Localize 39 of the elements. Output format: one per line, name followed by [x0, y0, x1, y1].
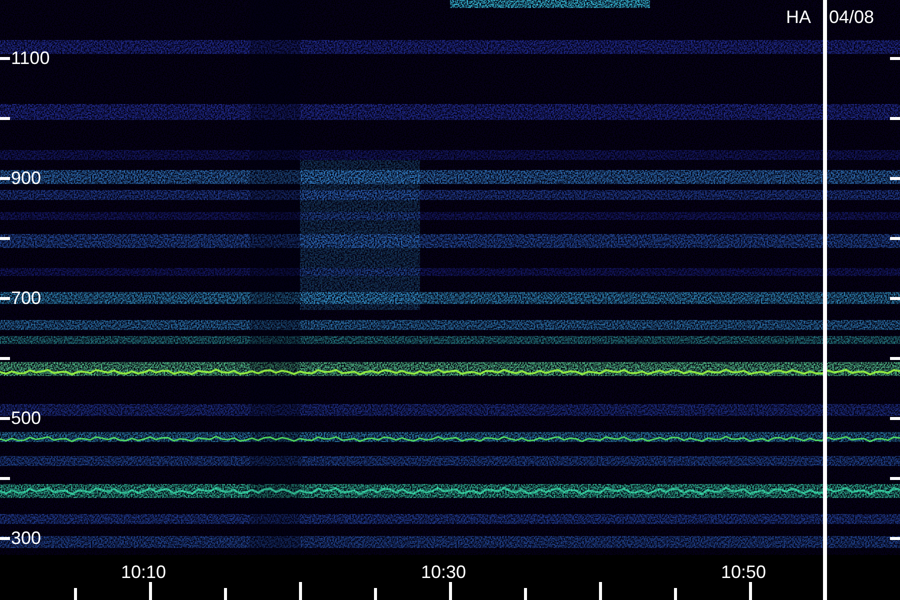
axis-tick: [0, 117, 10, 120]
axis-tick: [890, 177, 900, 180]
axis-tick: [890, 537, 900, 540]
axis-tick: [0, 237, 10, 240]
axis-tick: [0, 297, 10, 300]
axis-tick: [749, 582, 752, 600]
axis-tick: [674, 588, 677, 600]
axis-tick: [890, 297, 900, 300]
axis-tick: [890, 357, 900, 360]
axis-label: 1100: [11, 49, 50, 67]
station-label: HA: [786, 8, 812, 26]
axis-tick: [890, 417, 900, 420]
axis-tick: [599, 582, 602, 600]
axis-tick: [74, 588, 77, 600]
axis-tick: [0, 177, 10, 180]
axis-label: 700: [11, 289, 42, 307]
axis-tick: [0, 57, 10, 60]
axis-label: 10:10: [121, 563, 166, 581]
axis-tick: [299, 582, 302, 600]
axis-tick: [890, 57, 900, 60]
axis-tick: [890, 477, 900, 480]
axis-tick: [224, 588, 227, 600]
axis-tick: [824, 588, 827, 600]
axis-label: 300: [11, 529, 42, 547]
axis-tick: [0, 417, 10, 420]
axis-tick: [0, 357, 10, 360]
axis-tick: [890, 117, 900, 120]
axis-tick: [524, 588, 527, 600]
axis-label: 900: [11, 169, 42, 187]
axis-tick: [374, 588, 377, 600]
axis-tick: [890, 237, 900, 240]
axis-tick: [0, 477, 10, 480]
axis-tick: [449, 582, 452, 600]
axis-tick: [0, 537, 10, 540]
axis-label: 500: [11, 409, 42, 427]
axis-label: 10:50: [721, 563, 766, 581]
axis-tick: [149, 582, 152, 600]
axis-label: 10:30: [421, 563, 466, 581]
date-label: 04/08: [829, 8, 874, 26]
